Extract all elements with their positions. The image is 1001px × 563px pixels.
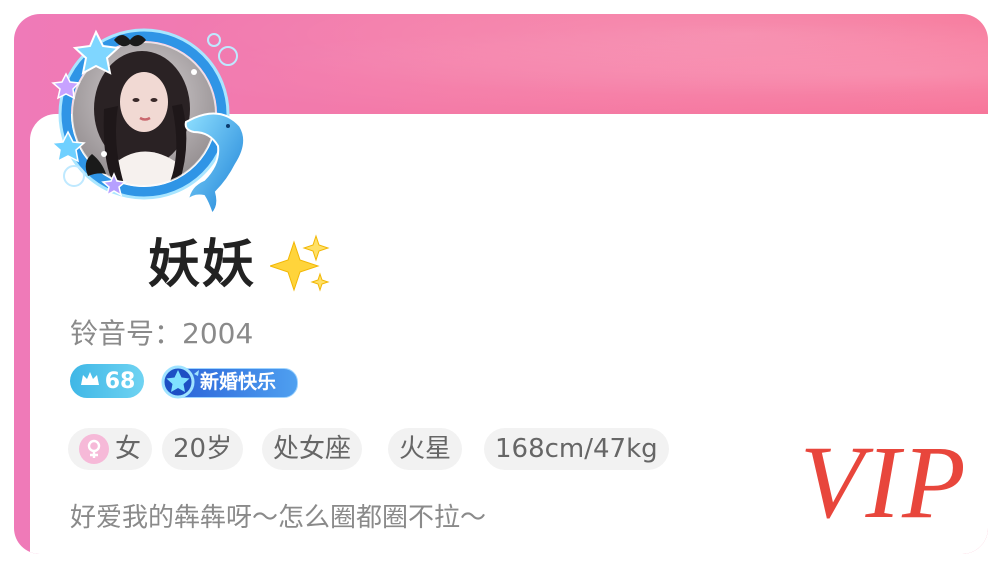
- star-badge-icon: [160, 364, 200, 404]
- tag-gender-label: 女: [115, 434, 142, 464]
- level-badge[interactable]: 68: [70, 364, 144, 398]
- user-id-value: 2004: [182, 317, 254, 350]
- user-id: 铃音号：2004: [70, 314, 253, 354]
- tag-age: 20岁: [162, 428, 244, 470]
- wedding-badge-label: 新婚快乐: [200, 371, 277, 393]
- sparkles-icon: [268, 234, 330, 298]
- avatar[interactable]: [44, 14, 254, 224]
- tag-height-weight: 168cm/47kg: [484, 428, 669, 470]
- nickname: 妖妖: [148, 235, 257, 295]
- tag-planet: 火星: [388, 428, 463, 470]
- female-icon: [79, 434, 109, 464]
- crown-icon: [79, 369, 101, 394]
- avatar-frame-image: [50, 28, 246, 216]
- tag-zodiac: 处女座: [262, 428, 363, 470]
- user-id-label: 铃音号：: [70, 317, 183, 350]
- wedding-badge[interactable]: 新婚快乐: [160, 364, 298, 399]
- level-value: 68: [104, 368, 136, 394]
- signature-text: 好爱我的犇犇呀～怎么圈都圈不拉～: [70, 503, 487, 533]
- vip-mark: VIP: [800, 425, 968, 540]
- tag-gender: 女: [68, 428, 153, 470]
